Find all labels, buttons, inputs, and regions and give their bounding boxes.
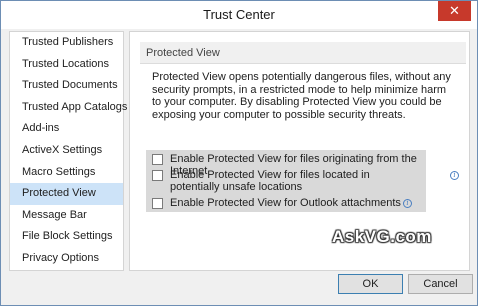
option-label[interactable]: Enable Protected View for files located … xyxy=(170,169,420,193)
sidebar-item-trusted-documents[interactable]: Trusted Documents xyxy=(10,75,123,97)
sidebar-item-protected-view[interactable]: Protected View xyxy=(10,183,123,205)
sidebar-item-add-ins[interactable]: Add-ins xyxy=(10,118,123,140)
description-text: Protected View opens potentially dangero… xyxy=(152,71,451,121)
section-title: Protected View xyxy=(140,42,466,64)
checkbox-internet-files[interactable] xyxy=(152,154,163,165)
watermark: AskVG.com xyxy=(332,227,432,246)
sidebar-item-privacy-options[interactable]: Privacy Options xyxy=(10,248,123,270)
sidebar-item-message-bar[interactable]: Message Bar xyxy=(10,205,123,227)
title-bar: Trust Center ✕ xyxy=(1,1,477,29)
cancel-button[interactable]: Cancel xyxy=(408,274,473,294)
sidebar-item-activex-settings[interactable]: ActiveX Settings xyxy=(10,140,123,162)
info-icon[interactable]: i xyxy=(450,171,459,180)
checkbox-unsafe-locations[interactable] xyxy=(152,170,163,181)
trust-center-dialog: Trust Center ✕ Trusted Publishers Truste… xyxy=(0,0,478,306)
sidebar-item-trusted-app-catalogs[interactable]: Trusted App Catalogs xyxy=(10,97,127,119)
option-label-text[interactable]: Enable Protected View for Outlook attach… xyxy=(170,197,401,209)
sidebar-item-trusted-locations[interactable]: Trusted Locations xyxy=(10,54,123,76)
sidebar: Trusted Publishers Trusted Locations Tru… xyxy=(9,31,127,271)
info-icon[interactable]: i xyxy=(402,199,412,208)
ok-button[interactable]: OK xyxy=(338,274,403,294)
option-outlook-attachments[interactable]: Enable Protected View for Outlook attach… xyxy=(146,197,426,209)
sidebar-item-file-block-settings[interactable]: File Block Settings xyxy=(10,226,123,248)
window-title: Trust Center xyxy=(203,7,275,22)
options-group: Enable Protected View for files originat… xyxy=(146,150,426,212)
option-label[interactable]: Enable Protected View for Outlook attach… xyxy=(170,197,412,209)
checkbox-outlook-attachments[interactable] xyxy=(152,198,163,209)
close-button[interactable]: ✕ xyxy=(438,1,471,21)
sidebar-item-macro-settings[interactable]: Macro Settings xyxy=(10,162,123,184)
option-unsafe-locations[interactable]: Enable Protected View for files located … xyxy=(146,169,426,193)
sidebar-item-trusted-publishers[interactable]: Trusted Publishers xyxy=(10,32,123,54)
